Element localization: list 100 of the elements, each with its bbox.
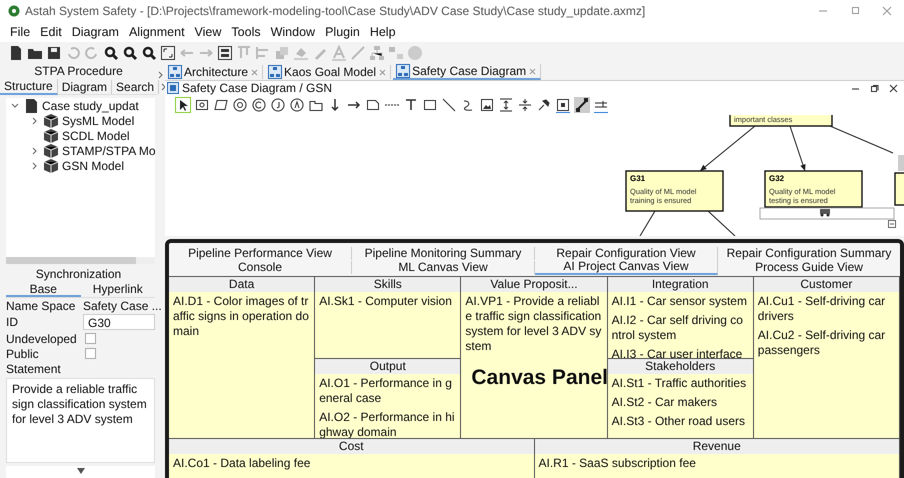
connector-arrow[interactable] [700, 126, 756, 172]
justification-icon[interactable] [270, 97, 286, 113]
scrollbar[interactable] [6, 257, 155, 264]
block-item[interactable]: AI.R1 - SaaS subscription fee [534, 454, 899, 473]
pin-icon[interactable] [536, 97, 552, 113]
diagram-icon[interactable] [168, 65, 182, 79]
assumption-icon[interactable] [289, 97, 305, 113]
property-value: Safety Case ... [83, 298, 162, 313]
view-tab[interactable]: Process Guide View [718, 260, 900, 274]
fill-color-icon[interactable] [293, 45, 309, 61]
maximize-icon[interactable] [850, 6, 860, 16]
view-tab[interactable]: Console [169, 260, 352, 274]
app-logo-icon [8, 5, 20, 17]
goal-node[interactable] [894, 172, 904, 206]
view-tab[interactable]: Repair Configuration View [535, 247, 718, 260]
block-item[interactable]: AI.I1 - Car sensor system [608, 292, 753, 311]
block-item[interactable]: AI.I2 - Car self driving control system [608, 311, 753, 345]
property-label: Public [6, 346, 40, 361]
diagram-icon[interactable] [396, 64, 410, 78]
panel-tab[interactable]: Search [112, 80, 160, 94]
space-compact-icon[interactable] [517, 97, 533, 113]
rectangle-icon[interactable] [422, 97, 438, 113]
zoom-out-icon[interactable] [141, 45, 157, 61]
block-item[interactable]: AI.St2 - Car makers [608, 393, 753, 412]
line-icon[interactable] [441, 97, 457, 113]
space-vertical-icon[interactable] [498, 97, 514, 113]
menu-item[interactable]: Window [266, 25, 320, 39]
car-icon [820, 209, 830, 216]
edit-field[interactable] [760, 208, 894, 220]
model-cube-icon [43, 158, 59, 174]
menu-item[interactable]: Alignment [124, 25, 189, 39]
view-tab[interactable]: Pipeline Performance View [169, 247, 352, 260]
block-item[interactable]: AI.Sk1 - Computer vision [315, 292, 460, 311]
menu-item[interactable]: Plugin [321, 25, 364, 39]
tree-layout-icon[interactable] [369, 45, 385, 61]
close-icon[interactable] [889, 84, 898, 92]
view-tab[interactable]: AI Project Canvas View [535, 260, 718, 274]
menu-item[interactable]: View [190, 25, 226, 39]
tree-item[interactable]: STAMP/STPA Mo [62, 144, 155, 158]
editor-tab[interactable]: Architecture [184, 65, 248, 79]
connector-arrow[interactable] [790, 126, 806, 172]
panel-label: Canvas Panel [471, 366, 607, 390]
goal-node[interactable] [764, 170, 863, 208]
statement-field[interactable]: Provide a reliable traffic sign classification system for level 3 ADV system [6, 378, 155, 464]
snap-grid-icon[interactable] [555, 97, 571, 113]
block-item[interactable]: AI.Co1 - Data labeling fee [169, 454, 534, 473]
panel-tab[interactable]: Diagram [58, 80, 112, 94]
model-cube-icon [43, 128, 59, 144]
panel-tab[interactable]: Base [6, 282, 80, 298]
font-color-icon[interactable] [331, 45, 347, 61]
goal-icon[interactable] [194, 97, 210, 113]
block-title: Data [169, 277, 314, 292]
checkbox[interactable] [85, 348, 96, 360]
block-item[interactable]: AI.I3 - Car user interface [608, 345, 753, 358]
view-tab[interactable]: Repair Configuration Summary [718, 247, 900, 260]
text-tool-icon[interactable] [403, 97, 419, 113]
restore-icon[interactable] [870, 84, 879, 92]
panel-tab[interactable]: Hyperlink [80, 282, 155, 298]
goal-node[interactable] [625, 170, 724, 212]
view-tab[interactable]: Pipeline Monitoring Summary [352, 247, 535, 260]
note-icon[interactable] [365, 97, 381, 113]
zoom-icon[interactable] [103, 45, 119, 61]
diagram-icon[interactable] [268, 65, 282, 79]
solution-icon[interactable] [232, 97, 248, 113]
menu-item[interactable]: Tools [227, 25, 265, 39]
image-icon[interactable] [479, 97, 495, 113]
menu-item[interactable]: Help [366, 25, 400, 39]
checkbox[interactable] [85, 333, 96, 344]
line-mode-icon[interactable] [574, 97, 590, 113]
collapse-icon[interactable] [888, 220, 896, 228]
scrollbar[interactable] [898, 155, 904, 171]
new-file-icon[interactable] [8, 45, 24, 61]
zoom-in-icon[interactable] [122, 45, 138, 61]
layout-icon[interactable] [217, 45, 233, 61]
block-item[interactable]: AI.D1 - Color images of traffic signs in operation domain [169, 292, 314, 341]
tree-item[interactable]: GSN Model [62, 158, 124, 172]
block-item[interactable]: AI.Cu2 - Self-driving car passengers [754, 326, 899, 360]
editor-tab[interactable]: Kaos Goal Model [284, 65, 376, 79]
block-item[interactable]: AI.VP1 - Provide a reliable traffic sign classification system for level 3 ADV system [461, 292, 607, 356]
tree-item[interactable]: SysML Model [62, 114, 134, 128]
panel-tab[interactable]: Structure [0, 78, 58, 94]
node-id: G31 [630, 174, 646, 183]
block-item[interactable]: AI.St3 - Other road users [608, 412, 753, 431]
project-file-icon [23, 98, 39, 114]
context-icon[interactable] [251, 97, 267, 113]
strategy-icon[interactable] [213, 97, 229, 113]
editor-tab[interactable]: Safety Case Diagram [412, 64, 526, 78]
block-item[interactable]: AI.St1 - Traffic authorities [608, 374, 753, 393]
id-field[interactable]: G30 [83, 314, 155, 330]
block-item[interactable]: AI.O1 - Performance in general case [315, 374, 460, 408]
block-item[interactable]: AI.Cu1 - Self-driving car drivers [754, 292, 899, 326]
fit-icon[interactable] [160, 45, 176, 61]
menu-item[interactable]: Diagram [68, 25, 123, 39]
down-caret-icon[interactable] [76, 466, 86, 476]
tree-item[interactable]: Case study_updat [42, 98, 139, 112]
menu-item[interactable]: File [6, 25, 34, 39]
menu-item[interactable]: Edit [36, 25, 66, 39]
view-tab[interactable]: ML Canvas View [352, 260, 535, 274]
save-icon[interactable] [46, 45, 62, 61]
tree-item[interactable]: SCDL Model [62, 128, 130, 142]
